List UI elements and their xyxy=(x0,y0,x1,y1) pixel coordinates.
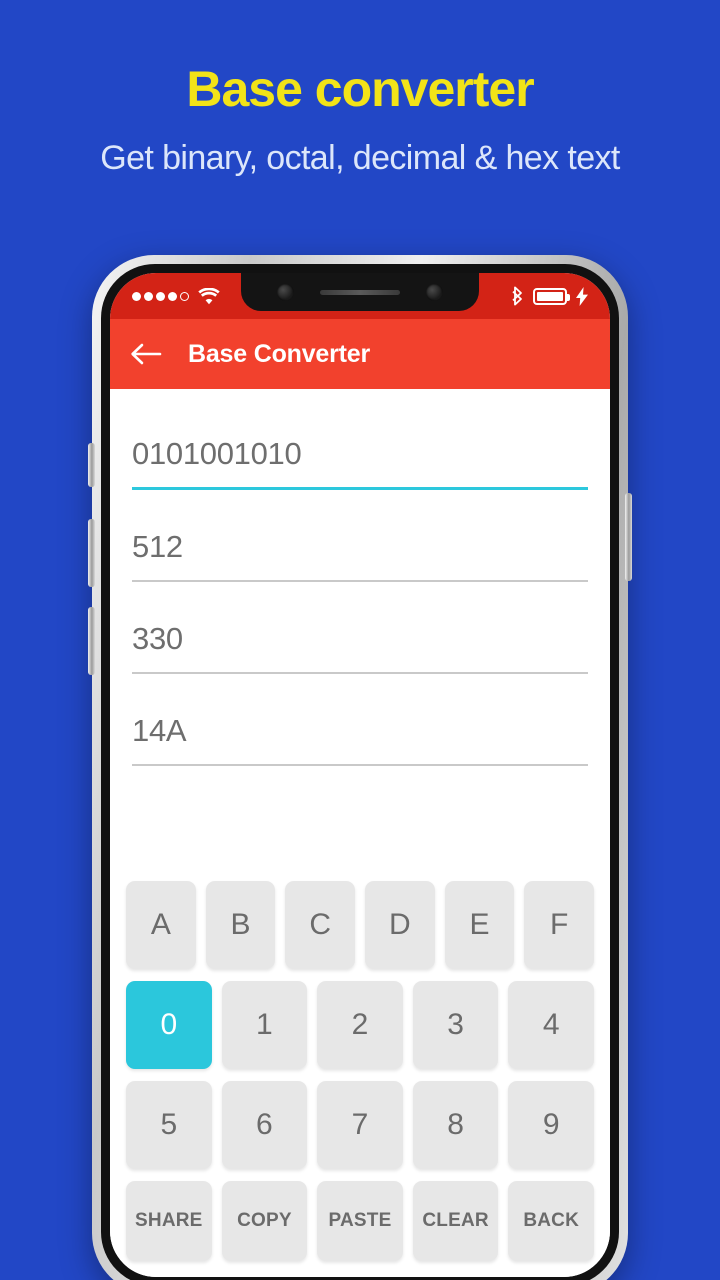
battery-full-icon xyxy=(533,287,570,305)
binary-field-underline xyxy=(132,487,588,490)
key-d[interactable]: D xyxy=(365,881,435,969)
key-7[interactable]: 7 xyxy=(317,1081,403,1169)
keypad: A B C D E F 0 1 2 3 4 5 6 7 8 9 SHARE CO… xyxy=(110,881,610,1277)
key-a[interactable]: A xyxy=(126,881,196,969)
app-bar: Base Converter xyxy=(110,319,610,389)
phone-power-button[interactable] xyxy=(625,493,632,581)
status-bar-left xyxy=(110,287,220,305)
key-3[interactable]: 3 xyxy=(412,981,499,1069)
key-c[interactable]: C xyxy=(285,881,356,969)
earpiece-speaker xyxy=(320,289,400,295)
phone-mockup: Base Converter 0101001010 512 330 14A A … xyxy=(88,255,632,1280)
key-4[interactable]: 4 xyxy=(508,981,594,1069)
key-e[interactable]: E xyxy=(444,881,515,969)
phone-mute-switch[interactable] xyxy=(88,443,95,487)
back-arrow-icon[interactable] xyxy=(130,342,162,366)
octal-field-underline xyxy=(132,580,588,582)
hex-field-value: 14A xyxy=(132,713,187,748)
key-8[interactable]: 8 xyxy=(412,1081,499,1169)
octal-field-value: 512 xyxy=(132,529,183,564)
binary-field[interactable]: 0101001010 xyxy=(132,411,588,504)
key-f[interactable]: F xyxy=(524,881,595,969)
binary-field-value: 0101001010 xyxy=(132,436,302,471)
paste-button[interactable]: PASTE xyxy=(317,1181,403,1261)
promo-subtitle: Get binary, octal, decimal & hex text xyxy=(100,139,620,177)
status-bar xyxy=(110,273,610,319)
decimal-field-value: 330 xyxy=(132,621,183,656)
phone-notch xyxy=(241,273,479,311)
keypad-row-hex: A B C D E F xyxy=(126,881,595,969)
app-bar-title: Base Converter xyxy=(188,339,371,368)
share-button[interactable]: SHARE xyxy=(126,1181,212,1261)
bluetooth-icon xyxy=(512,286,522,306)
phone-volume-up-button[interactable] xyxy=(88,519,95,587)
clear-button[interactable]: CLEAR xyxy=(412,1181,499,1261)
phone-volume-down-button[interactable] xyxy=(88,607,95,675)
promo-title: Base converter xyxy=(186,61,534,117)
front-camera-icon xyxy=(277,283,294,301)
decimal-field-underline xyxy=(132,672,588,674)
key-6[interactable]: 6 xyxy=(221,1081,308,1169)
keypad-row-digits-5-9: 5 6 7 8 9 xyxy=(126,1081,594,1169)
decimal-field[interactable]: 330 xyxy=(132,596,588,688)
phone-screen: Base Converter 0101001010 512 330 14A A … xyxy=(110,273,610,1277)
lightning-bolt-icon xyxy=(576,286,588,306)
wifi-icon xyxy=(198,287,220,304)
key-b[interactable]: B xyxy=(205,881,276,969)
signal-strength-icon xyxy=(132,291,189,301)
promo-header: Base converter Get binary, octal, decima… xyxy=(0,0,720,240)
keypad-row-digits-0-4: 0 1 2 3 4 xyxy=(126,981,594,1069)
keypad-row-functions: SHARE COPY PASTE CLEAR BACK xyxy=(126,1181,594,1261)
copy-button[interactable]: COPY xyxy=(221,1181,308,1261)
status-bar-right xyxy=(511,286,610,306)
face-sensor-icon xyxy=(426,283,443,301)
octal-field[interactable]: 512 xyxy=(132,504,588,596)
hex-field-underline xyxy=(132,764,588,766)
conversion-fields: 0101001010 512 330 14A xyxy=(110,389,610,780)
key-9[interactable]: 9 xyxy=(508,1081,594,1169)
back-button[interactable]: BACK xyxy=(508,1181,594,1261)
key-0[interactable]: 0 xyxy=(126,981,212,1069)
key-5[interactable]: 5 xyxy=(126,1081,212,1169)
key-1[interactable]: 1 xyxy=(221,981,308,1069)
hex-field[interactable]: 14A xyxy=(132,688,588,780)
key-2[interactable]: 2 xyxy=(317,981,403,1069)
